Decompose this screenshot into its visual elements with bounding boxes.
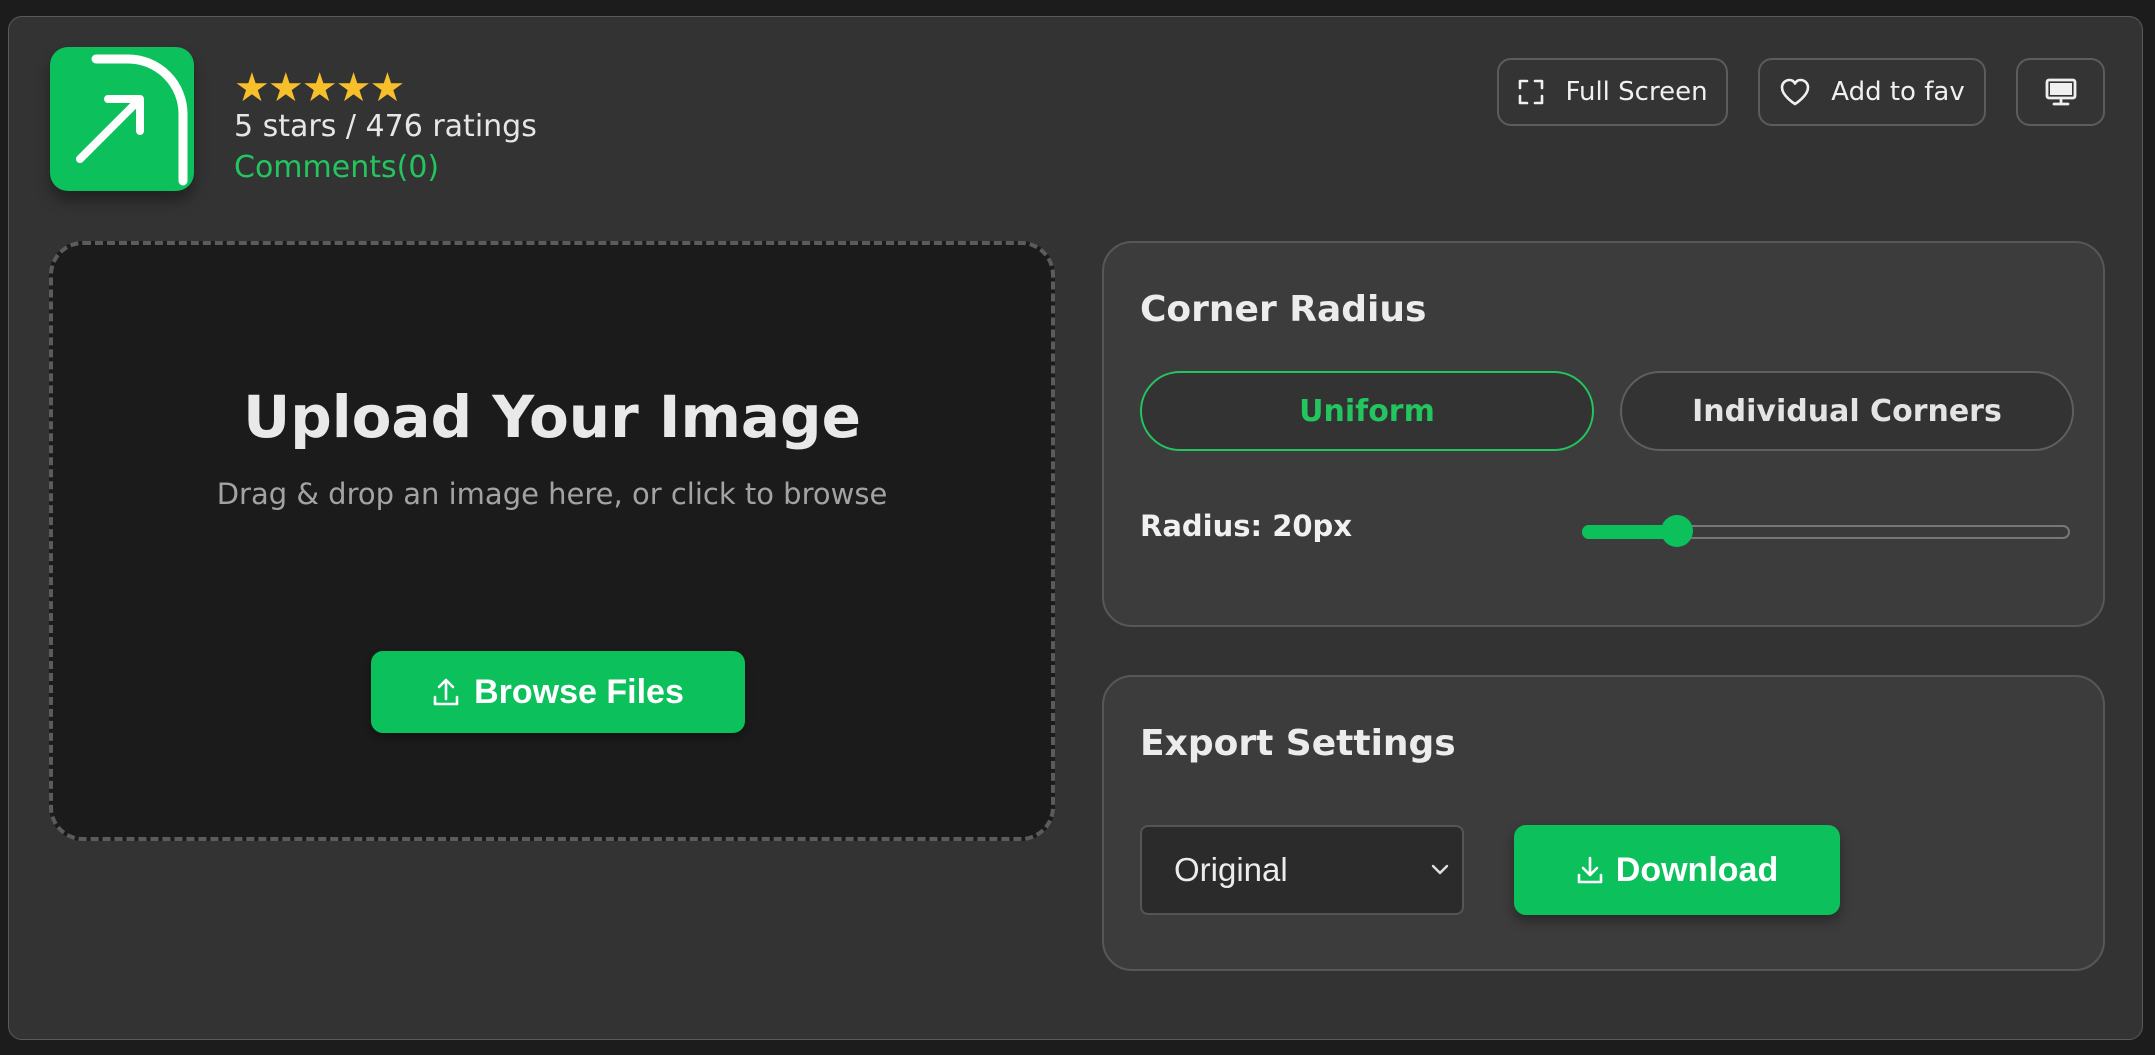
fullscreen-icon (1517, 78, 1545, 106)
full-screen-label: Full Screen (1565, 77, 1708, 107)
upload-icon (432, 677, 460, 707)
rating-summary: 5 stars / 476 ratings (234, 109, 537, 144)
browse-files-label: Browse Files (474, 672, 684, 711)
export-format-value: Original (1174, 851, 1288, 888)
desktop-view-button[interactable] (2016, 58, 2105, 126)
browse-files-button[interactable]: Browse Files (371, 651, 745, 733)
app-container: ★★★★★ 5 stars / 476 ratings Comments(0) … (8, 16, 2143, 1040)
chevron-down-icon (1430, 863, 1450, 877)
rounded-corner-arrow-icon (76, 54, 188, 186)
comments-link[interactable]: Comments(0) (234, 147, 537, 189)
individual-corners-mode-button[interactable]: Individual Corners (1620, 371, 2074, 451)
star-rating: ★★★★★ (234, 65, 405, 111)
export-format-select[interactable]: Original (1140, 825, 1464, 915)
radius-slider-thumb[interactable] (1661, 515, 1693, 547)
download-button[interactable]: Download (1514, 825, 1840, 915)
heart-icon (1779, 77, 1811, 107)
add-to-fav-label: Add to fav (1831, 77, 1965, 107)
corner-radius-title: Corner Radius (1140, 289, 1427, 330)
corner-radius-panel: Corner Radius Uniform Individual Corners… (1102, 241, 2105, 627)
app-logo (50, 47, 194, 191)
uniform-mode-button[interactable]: Uniform (1140, 371, 1594, 451)
export-settings-panel: Export Settings Original Download (1102, 675, 2105, 971)
upload-title: Upload Your Image (243, 383, 861, 451)
rating-block: ★★★★★ 5 stars / 476 ratings Comments(0) (234, 67, 537, 189)
full-screen-button[interactable]: Full Screen (1497, 58, 1728, 126)
export-settings-title: Export Settings (1140, 723, 1456, 764)
upload-subtitle: Drag & drop an image here, or click to b… (216, 477, 888, 511)
radius-slider[interactable] (1582, 515, 2070, 547)
download-label: Download (1615, 850, 1779, 889)
upload-dropzone[interactable]: Upload Your Image Drag & drop an image h… (49, 241, 1055, 841)
download-icon (1576, 855, 1604, 885)
radius-value-label: Radius: 20px (1140, 509, 1353, 543)
add-to-fav-button[interactable]: Add to fav (1758, 58, 1986, 126)
monitor-icon (2045, 77, 2077, 107)
